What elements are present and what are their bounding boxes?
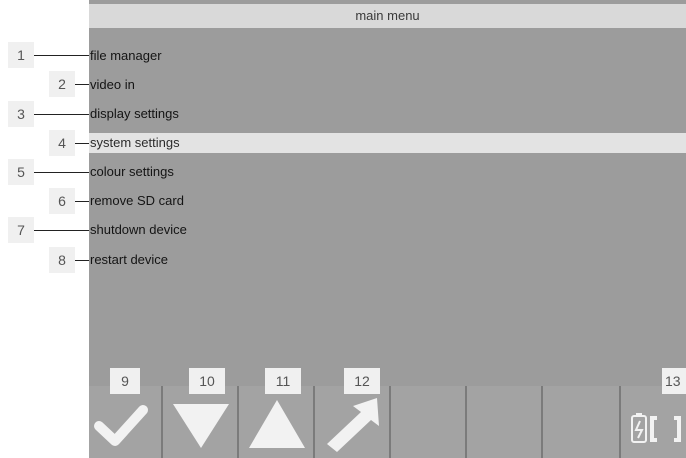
- up-button[interactable]: [237, 386, 313, 458]
- callout-9: 9: [110, 368, 140, 394]
- menu-item-file-manager[interactable]: file manager: [89, 46, 686, 66]
- arrow-down-icon: [173, 404, 229, 448]
- callout-7: 7: [8, 217, 34, 243]
- menu-item-restart-device[interactable]: restart device: [89, 250, 686, 270]
- softkey-toolbar: [89, 386, 686, 458]
- status-button[interactable]: [619, 386, 686, 458]
- menu-item-display-settings[interactable]: display settings: [89, 104, 686, 124]
- device-screen: main menu file manager video in display …: [89, 0, 686, 458]
- softkey-empty-3[interactable]: [541, 386, 619, 458]
- diagonal-arrow-icon: [327, 398, 379, 452]
- callout-1: 1: [8, 42, 34, 68]
- callout-13: 13: [662, 368, 686, 394]
- menu-item-video-in[interactable]: video in: [89, 75, 686, 95]
- callout-11: 11: [265, 368, 301, 394]
- callout-10: 10: [189, 368, 225, 394]
- leader-line-8: [75, 260, 89, 261]
- confirm-button[interactable]: [89, 386, 161, 458]
- down-button[interactable]: [161, 386, 237, 458]
- menu-item-shutdown-device[interactable]: shutdown device: [89, 220, 686, 240]
- checkmark-icon: [94, 405, 148, 446]
- callout-4: 4: [49, 130, 75, 156]
- callout-8: 8: [49, 247, 75, 273]
- callout-2: 2: [49, 71, 75, 97]
- menu-item-system-settings[interactable]: system settings: [89, 133, 686, 153]
- enter-button[interactable]: [313, 386, 389, 458]
- callout-5: 5: [8, 159, 34, 185]
- menu-item-remove-sd-card[interactable]: remove SD card: [89, 191, 686, 211]
- menu-title-bar: main menu: [89, 4, 686, 28]
- menu-title: main menu: [355, 8, 420, 23]
- leader-line-6: [75, 201, 89, 202]
- leader-line-1: [34, 55, 89, 56]
- callout-6: 6: [49, 188, 75, 214]
- leader-line-4: [75, 143, 89, 144]
- arrow-up-icon: [249, 400, 305, 448]
- leader-line-5: [34, 172, 89, 173]
- softkey-empty-2[interactable]: [465, 386, 541, 458]
- callout-3: 3: [8, 101, 34, 127]
- softkey-empty-1[interactable]: [389, 386, 465, 458]
- leader-line-2: [75, 84, 89, 85]
- battery-fullscreen-icon: [631, 413, 681, 443]
- leader-line-3: [34, 114, 89, 115]
- manual-figure: main menu file manager video in display …: [0, 0, 686, 458]
- leader-line-7: [34, 230, 89, 231]
- menu-item-colour-settings[interactable]: colour settings: [89, 162, 686, 182]
- callout-12: 12: [344, 368, 380, 394]
